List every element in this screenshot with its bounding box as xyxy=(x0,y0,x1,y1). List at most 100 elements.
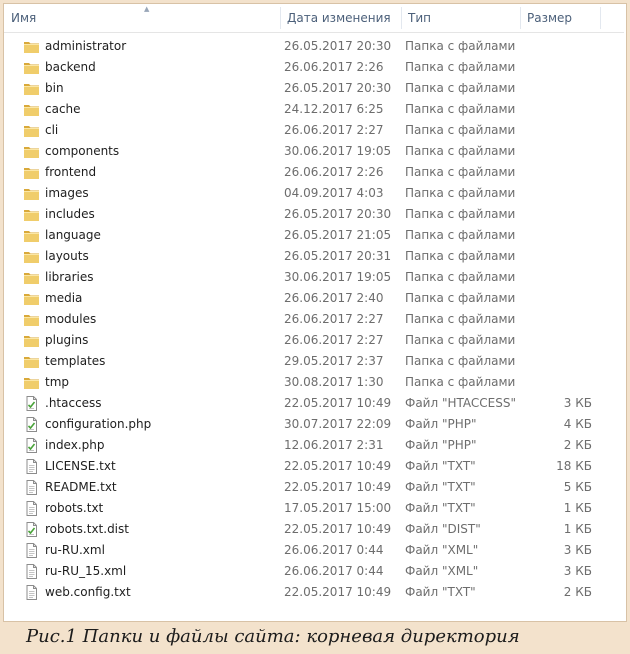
file-row[interactable]: .htaccess 22.05.2017 10:49 Файл "HTACCESS"… xyxy=(4,393,624,414)
column-header-bar: ▲ Имя Дата изменения Тип Размер xyxy=(4,4,624,33)
file-date-modified: 26.05.2017 21:05 xyxy=(284,228,392,242)
folder-icon xyxy=(23,123,40,138)
file-type: Папка с файлами xyxy=(405,81,516,95)
file-type: Папка с файлами xyxy=(405,165,516,179)
file-row[interactable]: libraries 30.06.2017 19:05 Папка с файлами xyxy=(4,267,624,288)
file-row[interactable]: bin 26.05.2017 20:30 Папка с файлами xyxy=(4,78,624,99)
file-size: 3 КБ xyxy=(563,564,592,578)
file-row[interactable]: web.config.txt 22.05.2017 10:49 Файл "TXT"… xyxy=(4,582,624,603)
folder-icon xyxy=(23,291,40,306)
file-type: Папка с файлами xyxy=(405,144,516,158)
file-row[interactable]: README.txt 22.05.2017 10:49 Файл "TXT" 5 КБ xyxy=(4,477,624,498)
text-file-icon xyxy=(23,480,40,495)
file-date-modified: 22.05.2017 10:49 xyxy=(284,396,392,410)
folder-icon xyxy=(23,165,40,180)
file-date-modified: 30.06.2017 19:05 xyxy=(284,144,392,158)
file-date-modified: 22.05.2017 10:49 xyxy=(284,522,392,536)
file-size: 3 КБ xyxy=(563,396,592,410)
text-file-icon xyxy=(23,543,40,558)
folder-icon xyxy=(23,375,40,390)
folder-icon xyxy=(23,81,40,96)
file-type: Папка с файлами xyxy=(405,354,516,368)
file-name: layouts xyxy=(45,249,89,263)
file-type: Файл "DIST" xyxy=(405,522,481,536)
file-name: configuration.php xyxy=(45,417,152,431)
file-row[interactable]: backend 26.06.2017 2:26 Папка с файлами xyxy=(4,57,624,78)
file-name: ru-RU.xml xyxy=(45,543,105,557)
file-date-modified: 29.05.2017 2:37 xyxy=(284,354,384,368)
file-date-modified: 30.08.2017 1:30 xyxy=(284,375,384,389)
file-row[interactable]: robots.txt.dist 22.05.2017 10:49 Файл "DIS… xyxy=(4,519,624,540)
text-file-icon xyxy=(23,501,40,516)
file-type: Папка с файлами xyxy=(405,228,516,242)
file-size: 3 КБ xyxy=(563,543,592,557)
file-size: 2 КБ xyxy=(563,438,592,452)
file-date-modified: 26.05.2017 20:31 xyxy=(284,249,392,263)
column-header-date[interactable]: Дата изменения xyxy=(280,4,401,32)
folder-icon xyxy=(23,228,40,243)
file-type: Файл "XML" xyxy=(405,564,479,578)
file-date-modified: 26.05.2017 20:30 xyxy=(284,81,392,95)
column-header-name[interactable]: Имя xyxy=(4,4,280,32)
file-type: Папка с файлами xyxy=(405,249,516,263)
file-name: cli xyxy=(45,123,59,137)
column-divider[interactable] xyxy=(600,7,601,29)
file-name: bin xyxy=(45,81,64,95)
file-name: robots.txt xyxy=(45,501,104,515)
file-name: frontend xyxy=(45,165,97,179)
file-name: index.php xyxy=(45,438,105,452)
file-type: Папка с файлами xyxy=(405,375,516,389)
file-name: libraries xyxy=(45,270,94,284)
file-type: Папка с файлами xyxy=(405,270,516,284)
file-row[interactable]: robots.txt 17.05.2017 15:00 Файл "TXT" 1 КБ xyxy=(4,498,624,519)
file-row[interactable]: cli 26.06.2017 2:27 Папка с файлами xyxy=(4,120,624,141)
file-type: Папка с файлами xyxy=(405,123,516,137)
file-date-modified: 26.06.2017 0:44 xyxy=(284,543,384,557)
file-size: 18 КБ xyxy=(556,459,592,473)
file-row[interactable]: ru-RU.xml 26.06.2017 0:44 Файл "XML" 3 КБ xyxy=(4,540,624,561)
script-file-icon xyxy=(23,396,40,411)
file-row[interactable]: includes 26.05.2017 20:30 Папка с файлами xyxy=(4,204,624,225)
file-name: .htaccess xyxy=(45,396,102,410)
file-date-modified: 12.06.2017 2:31 xyxy=(284,438,384,452)
folder-icon xyxy=(23,39,40,54)
file-type: Папка с файлами xyxy=(405,333,516,347)
script-file-icon xyxy=(23,522,40,537)
file-row[interactable]: modules 26.06.2017 2:27 Папка с файлами xyxy=(4,309,624,330)
file-row[interactable]: components 30.06.2017 19:05 Папка с файлам… xyxy=(4,141,624,162)
file-row[interactable]: administrator 26.05.2017 20:30 Папка с фай… xyxy=(4,36,624,57)
file-row[interactable]: tmp 30.08.2017 1:30 Папка с файлами xyxy=(4,372,624,393)
file-row[interactable]: layouts 26.05.2017 20:31 Папка с файлами xyxy=(4,246,624,267)
file-name: tmp xyxy=(45,375,70,389)
file-date-modified: 26.06.2017 2:27 xyxy=(284,312,384,326)
file-type: Файл "TXT" xyxy=(405,480,476,494)
file-row[interactable]: ru-RU_15.xml 26.06.2017 0:44 Файл "XML" 3 К… xyxy=(4,561,624,582)
file-type: Файл "XML" xyxy=(405,543,479,557)
file-row[interactable]: media 26.06.2017 2:40 Папка с файлами xyxy=(4,288,624,309)
file-row[interactable]: index.php 12.06.2017 2:31 Файл "PHP" 2 КБ xyxy=(4,435,624,456)
file-name: ru-RU_15.xml xyxy=(45,564,127,578)
file-date-modified: 26.05.2017 20:30 xyxy=(284,207,392,221)
file-name: cache xyxy=(45,102,81,116)
folder-icon xyxy=(23,270,40,285)
file-row[interactable]: language 26.05.2017 21:05 Папка с файлами xyxy=(4,225,624,246)
file-date-modified: 17.05.2017 15:00 xyxy=(284,501,392,515)
file-date-modified: 26.06.2017 2:26 xyxy=(284,60,384,74)
file-name: LICENSE.txt xyxy=(45,459,116,473)
file-row[interactable]: configuration.php 30.07.2017 22:09 Файл "P… xyxy=(4,414,624,435)
folder-icon xyxy=(23,144,40,159)
file-size: 4 КБ xyxy=(563,417,592,431)
file-row[interactable]: cache 24.12.2017 6:25 Папка с файлами xyxy=(4,99,624,120)
file-date-modified: 22.05.2017 10:49 xyxy=(284,459,392,473)
column-header-type[interactable]: Тип xyxy=(401,4,520,32)
file-row[interactable]: templates 29.05.2017 2:37 Папка с файлами xyxy=(4,351,624,372)
file-date-modified: 04.09.2017 4:03 xyxy=(284,186,384,200)
file-type: Файл "PHP" xyxy=(405,417,477,431)
file-name: robots.txt.dist xyxy=(45,522,129,536)
column-header-size[interactable]: Размер xyxy=(520,4,600,32)
file-row[interactable]: LICENSE.txt 22.05.2017 10:49 Файл "TXT" 18 … xyxy=(4,456,624,477)
file-row[interactable]: frontend 26.06.2017 2:26 Папка с файлами xyxy=(4,162,624,183)
file-type: Файл "HTACCESS" xyxy=(405,396,516,410)
file-row[interactable]: images 04.09.2017 4:03 Папка с файлами xyxy=(4,183,624,204)
file-row[interactable]: plugins 26.06.2017 2:27 Папка с файлами xyxy=(4,330,624,351)
